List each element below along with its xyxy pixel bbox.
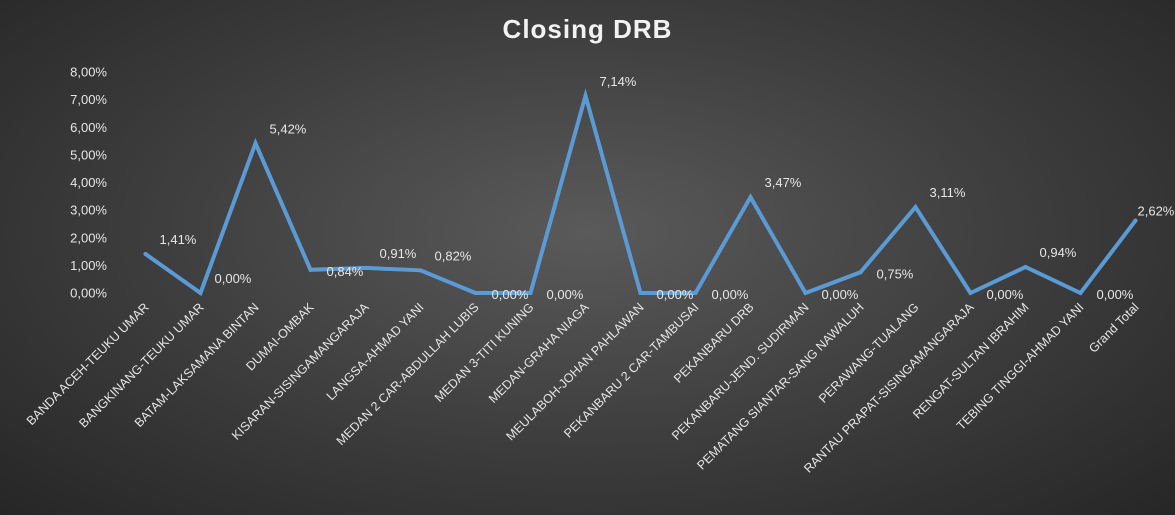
data-point	[143, 252, 148, 257]
data-point	[418, 268, 423, 273]
data-label: 0,00%	[492, 287, 529, 302]
y-tick-label: 5,00%	[70, 147, 107, 162]
data-label: 0,00%	[1097, 287, 1134, 302]
y-tick-label: 8,00%	[70, 65, 107, 80]
data-point	[253, 141, 258, 146]
data-label: 0,00%	[215, 271, 252, 286]
x-tick-label: LANGSA-AHMAD YANI	[324, 300, 427, 403]
data-label: 7,14%	[600, 74, 637, 89]
y-tick-label: 3,00%	[70, 203, 107, 218]
data-label: 0,84%	[327, 264, 364, 279]
y-tick-label: 6,00%	[70, 120, 107, 135]
data-point	[1023, 265, 1028, 270]
data-label: 5,42%	[270, 121, 307, 136]
data-label: 1,41%	[160, 232, 197, 247]
data-label: 0,00%	[712, 287, 749, 302]
data-point	[583, 93, 588, 98]
y-tick-label: 4,00%	[70, 175, 107, 190]
x-tick-label: PERAWANG-TUALANG	[816, 300, 922, 406]
data-point	[528, 291, 533, 295]
data-label: 3,47%	[765, 175, 802, 190]
data-label: 0,00%	[987, 287, 1024, 302]
data-point	[363, 265, 368, 270]
data-label: 0,82%	[435, 248, 472, 263]
chart-area: Closing DRB 0,00% 1,00% 2,00% 3,00% 4,00% 5,0…	[0, 0, 1175, 515]
data-label: 0,00%	[547, 287, 584, 302]
data-point	[858, 270, 863, 275]
x-tick-label: RENGAT-SULTAN IBRAHIM	[910, 300, 1031, 421]
data-point	[748, 195, 753, 200]
data-label: 0,91%	[380, 246, 417, 261]
y-tick-label: 1,00%	[70, 258, 107, 273]
data-label: 0,00%	[822, 287, 859, 302]
data-label: 0,94%	[1040, 245, 1077, 260]
x-tick-label: Grand Total	[1086, 300, 1141, 355]
y-tick-label: 2,00%	[70, 230, 107, 245]
data-label: 0,00%	[657, 287, 694, 302]
data-point	[1133, 218, 1138, 223]
data-label: 0,75%	[877, 266, 914, 281]
y-tick-label: 7,00%	[70, 92, 107, 107]
data-point	[198, 291, 203, 295]
data-label: 3,11%	[930, 185, 966, 200]
data-point	[638, 291, 643, 295]
x-tick-label: MEDAN 3-TITI KUNING	[432, 300, 537, 405]
data-point	[473, 291, 478, 295]
data-point	[1078, 291, 1083, 295]
data-point	[803, 291, 808, 295]
line-chart: 0,00% 1,00% 2,00% 3,00% 4,00% 5,00% 6,00% 7,00%…	[24, 65, 1175, 476]
data-label: 2,62%	[1138, 204, 1175, 219]
data-point	[913, 205, 918, 210]
data-point	[308, 267, 313, 272]
y-tick-label: 0,00%	[70, 286, 107, 301]
data-point	[693, 291, 698, 295]
data-point	[968, 291, 973, 295]
x-tick-label: MEDAN-GRAHA NIAGA	[486, 300, 592, 406]
